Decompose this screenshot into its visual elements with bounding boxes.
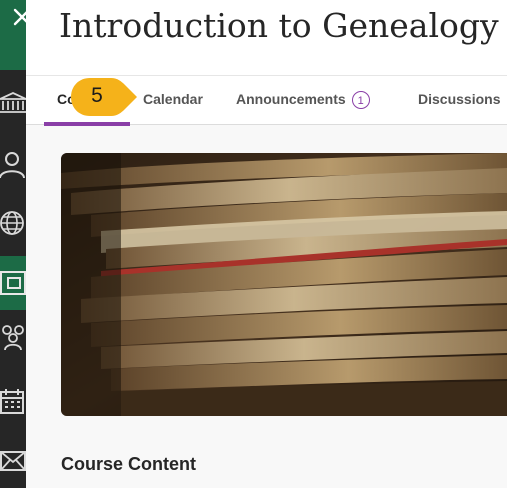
sidebar-item-messages[interactable] [0, 446, 26, 476]
sidebar-item-global[interactable] [0, 208, 26, 238]
tab-calendar[interactable]: Calendar [143, 91, 203, 107]
tab-announcements[interactable]: Announcements 1 [236, 91, 370, 110]
tab-discussions[interactable]: Discussions [418, 91, 500, 107]
sidebar-item-institution[interactable] [0, 88, 26, 118]
course-header: Introduction to Genealogy [26, 0, 507, 75]
unread-badge: 1 [351, 91, 370, 110]
sidebar-item-calendar[interactable] [0, 386, 26, 416]
course-title: Introduction to Genealogy [59, 6, 499, 45]
courses-icon [0, 271, 26, 295]
institution-icon [0, 92, 26, 113]
sidebar-accent-strip [0, 34, 26, 70]
tab-announcements-label: Announcements [236, 91, 346, 107]
groups-icon [2, 325, 24, 351]
messages-icon [0, 451, 26, 471]
active-tab-indicator [44, 122, 130, 126]
step-number: 5 [91, 84, 103, 107]
sidebar-item-profile[interactable] [0, 150, 26, 180]
section-heading: Course Content [61, 454, 196, 474]
sidebar-item-organizations[interactable] [0, 322, 26, 352]
sidebar-item-courses[interactable] [0, 256, 26, 310]
user-icon [0, 152, 25, 179]
calendar-icon [0, 389, 24, 414]
globe-icon [0, 211, 24, 235]
course-banner-image [61, 153, 507, 416]
